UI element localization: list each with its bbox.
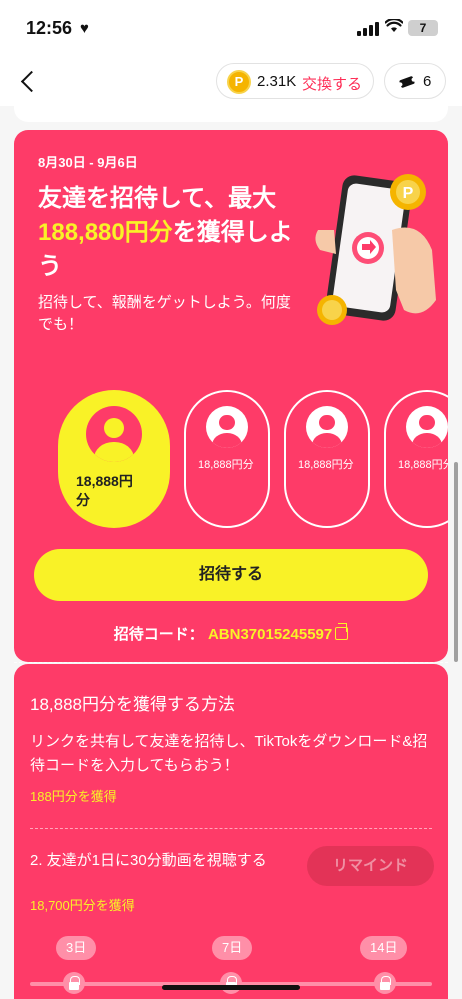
home-indicator[interactable]	[162, 985, 300, 990]
status-time: 12:56	[26, 18, 73, 38]
day-badge-7: 7日	[212, 936, 253, 960]
coin-icon: P	[227, 70, 251, 94]
signal-icon	[357, 22, 379, 36]
day-badge-14: 14日	[360, 936, 408, 960]
step1-text: リンクを共有して友達を招待し、TikTokをダウンロード&招待コードを入力しても…	[30, 733, 428, 774]
remind-button[interactable]: リマインド	[307, 846, 434, 886]
invite-code-label: 招待コード：	[113, 626, 204, 643]
phone-coins-illustration: P	[315, 174, 436, 325]
headline-highlight: 188,880円分	[38, 219, 173, 246]
coin-balance: 2.31K	[257, 73, 297, 90]
lock-icon	[63, 972, 85, 994]
invite-campaign-card: 8月30日 - 9月6日 友達を招待して、最大188,880円分を獲得しよう 招…	[14, 130, 448, 662]
avatar-icon	[306, 406, 348, 448]
top-card-edge	[14, 106, 448, 122]
slot-amount: 18,888円分	[298, 459, 354, 471]
invite-slot-1[interactable]: 18,888円分	[58, 390, 170, 528]
campaign-subtitle: 招待して、報酬をゲットしよう。何度でも！	[38, 294, 291, 333]
avatar-icon	[86, 406, 142, 462]
invite-code-row: 招待コード： ABN37015245597	[14, 623, 448, 644]
invite-slots: 18,888円分 18,888円分 18,888円分 18,888円分	[14, 390, 448, 540]
ticket-pill[interactable]: 6	[384, 63, 446, 99]
back-arrow-icon[interactable]	[14, 64, 44, 98]
lock-icon	[220, 972, 242, 994]
step1-reward: 188円分を獲得	[30, 789, 117, 804]
battery-indicator: 7	[408, 20, 438, 36]
invite-slot-3[interactable]: 18,888円分	[284, 390, 370, 528]
headline-text-1: 友達を招待して、最大	[38, 185, 277, 212]
campaign-headline: 友達を招待して、最大188,880円分を獲得しよう	[38, 182, 298, 284]
invite-slot-2[interactable]: 18,888円分	[184, 390, 270, 528]
slot-amount: 18,888円分	[198, 459, 254, 471]
slot-amount: 18,888円分	[398, 459, 448, 471]
invite-slot-4[interactable]: 18,888円分	[384, 390, 448, 528]
ticket-count: 6	[423, 73, 432, 90]
status-bar: 12:56 ♥ 7	[0, 0, 462, 56]
avatar-icon	[406, 406, 448, 448]
campaign-date: 8月30日 - 9月6日	[38, 155, 138, 170]
slot-amount: 18,888円分	[76, 473, 133, 508]
wifi-icon	[384, 17, 404, 38]
coin-balance-pill[interactable]: P 2.31K 交換する	[216, 63, 374, 99]
svg-text:P: P	[403, 185, 414, 202]
step-divider	[30, 828, 432, 829]
ticket-icon	[398, 73, 416, 96]
top-nav: P 2.31K 交換する 6	[0, 56, 462, 106]
invite-code[interactable]: ABN37015245597	[208, 626, 332, 643]
scrollbar[interactable]	[454, 462, 458, 662]
howto-title: 18,888円分を獲得する方法	[30, 695, 235, 714]
step2-reward: 18,700円分を獲得	[30, 898, 135, 913]
card-divider	[14, 662, 448, 663]
step2-text: 2. 友達が1日に30分動画を視聴する	[30, 852, 267, 869]
avatar-icon	[206, 406, 248, 448]
heart-icon: ♥	[80, 20, 89, 37]
invite-button[interactable]: 招待する	[34, 549, 428, 601]
howto-card: 18,888円分を獲得する方法 リンクを共有して友達を招待し、TikTokをダウ…	[14, 664, 448, 999]
lock-icon	[374, 972, 396, 994]
exchange-link[interactable]: 交換する	[302, 73, 362, 94]
copy-icon[interactable]	[335, 623, 349, 640]
day-badge-3: 3日	[56, 936, 97, 960]
